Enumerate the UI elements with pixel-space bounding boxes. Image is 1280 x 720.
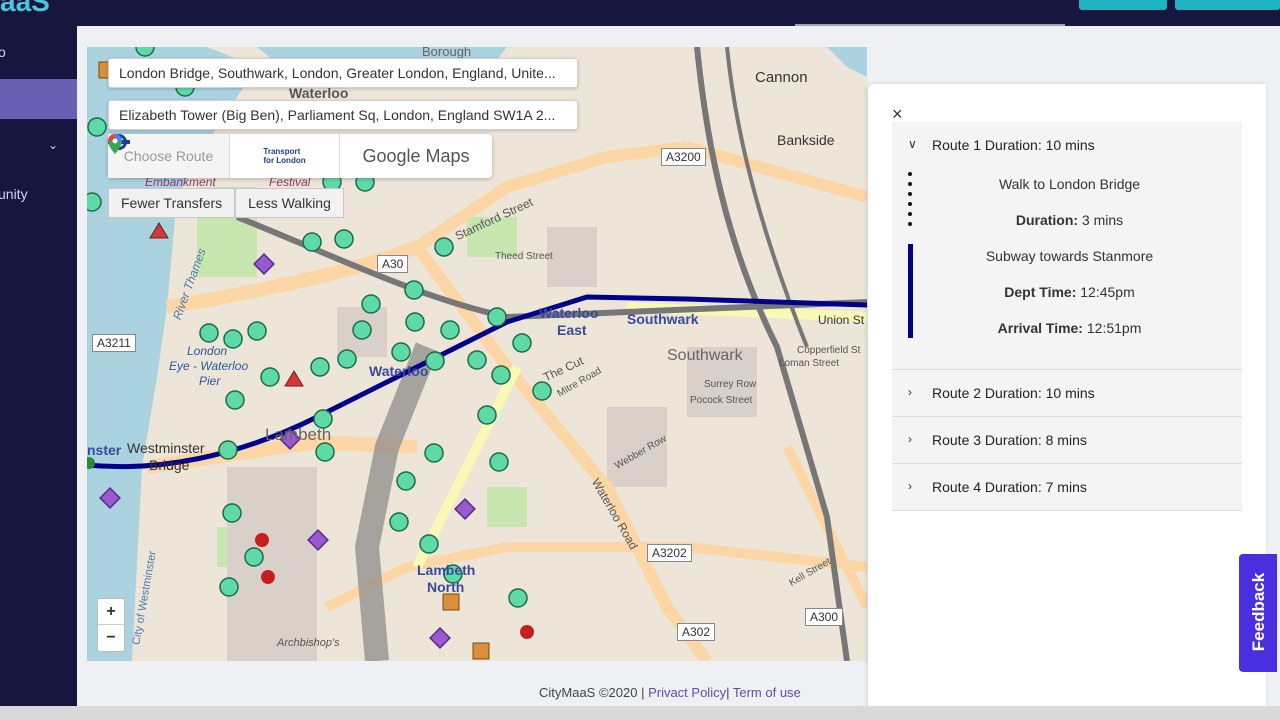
map-label-copperfield: Copperfield St (797, 345, 861, 356)
route-panel: × ∨ Route 1 Duration: 10 mins Walk to Lo… (868, 84, 1266, 720)
map-label-westminster: Westminster (127, 440, 205, 456)
route-3-header: Route 3 Duration: 8 mins (932, 432, 1087, 448)
chevron-right-icon: › (908, 479, 912, 493)
step-walk: Walk to London Bridge (998, 176, 1141, 192)
terms-link[interactable]: Term of use (733, 685, 801, 700)
map-label-lambeth-north: Lambeth (417, 562, 476, 578)
step-dept-time: Dept Time: 12:45pm (932, 284, 1207, 300)
road-shield-a3200: A3200 (661, 148, 706, 166)
route-2-header: Route 2 Duration: 10 mins (932, 385, 1095, 401)
dept-value: 12:45pm (1076, 284, 1135, 300)
map-label-lambeth: Lambeth (265, 425, 332, 444)
map-label-pocock-street: Pocock Street (690, 395, 753, 406)
feedback-button[interactable]: Feedback (1239, 554, 1277, 672)
chevron-right-icon: › (908, 432, 912, 446)
route-4-header: Route 4 Duration: 7 mins (932, 479, 1087, 495)
map-label-surrey-row: Surrey Row (704, 379, 757, 390)
route-2-row[interactable]: › Route 2 Duration: 10 mins (892, 370, 1242, 417)
privacy-policy-link[interactable]: Privact Policy (648, 685, 726, 700)
road-shield-a302: A302 (677, 623, 716, 641)
map-label-waterloo-east-2: East (557, 322, 587, 338)
footer-copyright: CityMaaS ©2020 | (539, 685, 649, 700)
route-provider-group: Choose Route Transport for London Google … (108, 134, 492, 178)
map-label-cannon: Cannon (755, 69, 808, 86)
step-duration: Duration: 3 mins (932, 212, 1207, 228)
less-walking-button[interactable]: Less Walking (235, 188, 344, 218)
signup-button[interactable] (1175, 0, 1280, 10)
top-bar: aaS (0, 0, 1280, 26)
route-3-row[interactable]: › Route 3 Duration: 8 mins (892, 417, 1242, 464)
destination-input[interactable]: Elizabeth Tower (Big Ben), Parliament Sq… (108, 100, 578, 130)
origin-input[interactable]: London Bridge, Southwark, London, Greate… (108, 58, 578, 88)
route-1-expanded: ∨ Route 1 Duration: 10 mins Walk to Lond… (892, 122, 1242, 370)
map-label-theed-street: Theed Street (495, 251, 553, 262)
chevron-down-icon[interactable]: ∨ (908, 137, 917, 151)
zoom-in-button[interactable]: + (98, 599, 124, 625)
route-4-row[interactable]: › Route 4 Duration: 7 mins (892, 464, 1242, 511)
subway-line-bar (908, 244, 913, 338)
zoom-out-button[interactable]: − (98, 625, 124, 651)
google-maps-button[interactable]: Google Maps (108, 134, 492, 178)
google-maps-label: Google Maps (362, 145, 470, 166)
walk-dots-icon (908, 172, 912, 232)
sidebar: o ⌄ unity (0, 26, 77, 706)
footer-separator: | (726, 685, 733, 700)
map-label-lambeth-north-2: North (427, 579, 465, 595)
map-label-southwark-area: Southwark (667, 347, 743, 364)
road-shield-a30: A30 (377, 255, 409, 273)
sidebar-item-top[interactable]: o (0, 44, 75, 60)
login-button[interactable] (1079, 0, 1167, 10)
road-shield-a3211: A3211 (92, 334, 136, 352)
map-view[interactable]: Waterloo Waterloo East Southwark Southwa… (87, 47, 867, 661)
sidebar-item-active[interactable] (0, 79, 77, 119)
map-label-southwark-station: Southwark (627, 311, 699, 327)
duration-value: 3 mins (1078, 212, 1124, 228)
road-shield-a3202: A3202 (647, 544, 692, 562)
map-label-westminster-station: nster (87, 442, 122, 458)
map-label-london-eye: London (187, 344, 228, 358)
map-label-bankside: Bankside (777, 132, 835, 148)
sidebar-item-community[interactable]: unity (0, 186, 75, 202)
bottom-edge (0, 706, 1280, 720)
chevron-right-icon: › (908, 385, 912, 399)
map-label-waterloo-station: Waterloo (369, 363, 429, 379)
arrival-value: 12:51pm (1082, 320, 1142, 336)
footer: CityMaaS ©2020 | Privact Policy| Term of… (77, 680, 867, 706)
tfl-button[interactable]: Transport for London (108, 134, 340, 178)
feedback-label: Feedback (1249, 572, 1268, 652)
map-label-bridge: Bridge (149, 457, 190, 473)
road-shield-a300: A300 (805, 608, 844, 626)
map-label-union-st: Union St (818, 313, 865, 327)
top-divider (795, 24, 1065, 26)
map-label-pier: Pier (199, 374, 221, 388)
map-pin-icon (108, 134, 122, 154)
duration-label: Duration: (1015, 212, 1079, 228)
map-label-archbishops: Archbishop's (277, 637, 340, 649)
map-label-waterloo-east: Waterloo (539, 305, 599, 321)
zoom-control: + − (97, 598, 125, 652)
fewer-transfers-button[interactable]: Fewer Transfers (108, 188, 236, 218)
step-subway: Subway towards Stanmore (985, 248, 1154, 264)
map-label-london-eye-2: Eye - Waterloo (169, 359, 249, 373)
arrival-label: Arrival Time: (997, 320, 1083, 336)
map-label-loman-street: Loman Street (779, 358, 840, 369)
step-arrival-time: Arrival Time: 12:51pm (932, 320, 1207, 336)
dept-label: Dept Time: (1004, 284, 1077, 300)
app-logo[interactable]: aaS (0, 0, 50, 18)
preference-group: Fewer Transfers Less Walking (108, 188, 344, 218)
tfl-label-2: for London (263, 156, 306, 165)
route-1-header[interactable]: Route 1 Duration: 10 mins (932, 137, 1095, 153)
tfl-label-1: Transport (263, 147, 301, 156)
